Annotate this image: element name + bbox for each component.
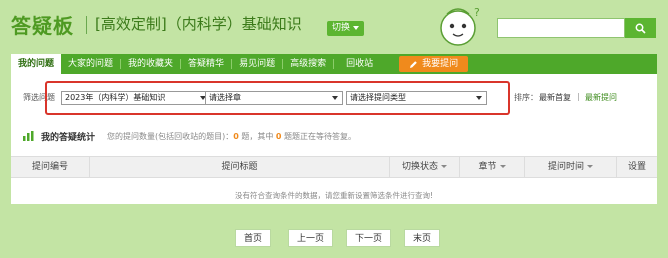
tab-recycle-bin[interactable]: 回收站 (334, 54, 385, 74)
stats-row: 我的答疑统计 您的提问数量(包括回收站的题目)：0 题，其中 0 题题正在等待答… (11, 126, 657, 146)
column-settings: 设置 (616, 157, 657, 177)
next-page-button[interactable]: 下一页 (346, 229, 392, 247)
switch-course-button[interactable]: 切换 (327, 21, 365, 36)
last-page-button[interactable]: 末页 (404, 229, 441, 247)
sort-latest-reply[interactable]: 最新首复 (539, 92, 571, 103)
mascot-icon: ? (440, 6, 480, 46)
highlight-annotation (45, 81, 510, 115)
stats-mid: 题，其中 (238, 132, 276, 141)
switch-button-label: 切换 (332, 23, 351, 33)
column-switch-status-label: 切换状态 (401, 162, 438, 172)
tab-all-questions[interactable]: 大家的问题 (61, 54, 120, 74)
chevron-down-icon (353, 25, 360, 30)
column-chapter[interactable]: 章节 (459, 157, 524, 177)
column-question-id: 提问编号 (31, 162, 68, 172)
stats-title: 我的答疑统计 (41, 133, 96, 143)
column-question-title: 提问标题 (89, 157, 389, 177)
tab-my-questions[interactable]: 我的问题 (11, 54, 62, 74)
table-header: 提问编号 提问标题 切换状态 章节 提问时间 设置 (11, 156, 657, 178)
tab-essence[interactable]: 答疑精华 (181, 54, 231, 74)
stats-summary: 您的提问数量(包括回收站的题目)：0 题，其中 0 题题正在等待答复。 (107, 131, 356, 142)
column-chapter-label: 章节 (478, 162, 497, 172)
column-question-time-label: 提问时间 (547, 162, 584, 172)
search-input[interactable] (497, 18, 625, 38)
search-button[interactable] (625, 18, 656, 38)
search-icon (635, 23, 646, 34)
filter-row: 筛选问题 2023年（内科学）基础知识 请选择章 请选择提问类型 排序： 最新首… (11, 81, 657, 115)
pagination: 首页 上一页 下一页 末页 (11, 204, 657, 258)
main-nav: 我的问题 大家的问题 我的收藏夹 答疑精华 易见问题 高级搜索 回收站 我要提问 (11, 54, 657, 74)
app-logo[interactable]: 答疑板 (11, 10, 74, 39)
chevron-down-icon (587, 165, 593, 168)
pencil-icon (410, 60, 417, 68)
ask-button-label: 我要提问 (422, 59, 459, 69)
chevron-down-icon (499, 165, 506, 168)
column-switch-status[interactable]: 切换状态 (389, 157, 459, 177)
chevron-down-icon (441, 165, 447, 168)
sort-label: 排序： (514, 93, 538, 102)
empty-message: 没有符合查询条件的数据，请您重新设置筛选条件进行查询! (234, 191, 433, 200)
stats-prefix: 您的提问数量(包括回收站的题目)： (107, 132, 234, 141)
tab-common-questions[interactable]: 易见问题 (232, 54, 282, 74)
course-title: [高效定制]（内科学）基础知识 (95, 15, 302, 33)
ask-question-button[interactable]: 我要提问 (399, 56, 469, 72)
sort-divider: | (577, 92, 580, 101)
prev-page-button[interactable]: 上一页 (288, 229, 334, 247)
tab-favorites[interactable]: 我的收藏夹 (121, 54, 180, 74)
column-question-time[interactable]: 提问时间 (524, 157, 616, 177)
header: 答疑板 [高效定制]（内科学）基础知识 切换 ? (0, 0, 668, 50)
sort-latest-question[interactable]: 最新提问 (585, 92, 617, 103)
first-page-button[interactable]: 首页 (235, 229, 272, 247)
logo-divider (86, 16, 87, 34)
tab-advanced-search[interactable]: 高级搜索 (283, 54, 333, 74)
svg-text:?: ? (474, 6, 480, 19)
main-panel: 筛选问题 2023年（内科学）基础知识 请选择章 请选择提问类型 排序： 最新首… (11, 74, 657, 258)
stats-suffix: 题题正在等待答复。 (281, 132, 357, 141)
bar-chart-icon (23, 131, 34, 141)
